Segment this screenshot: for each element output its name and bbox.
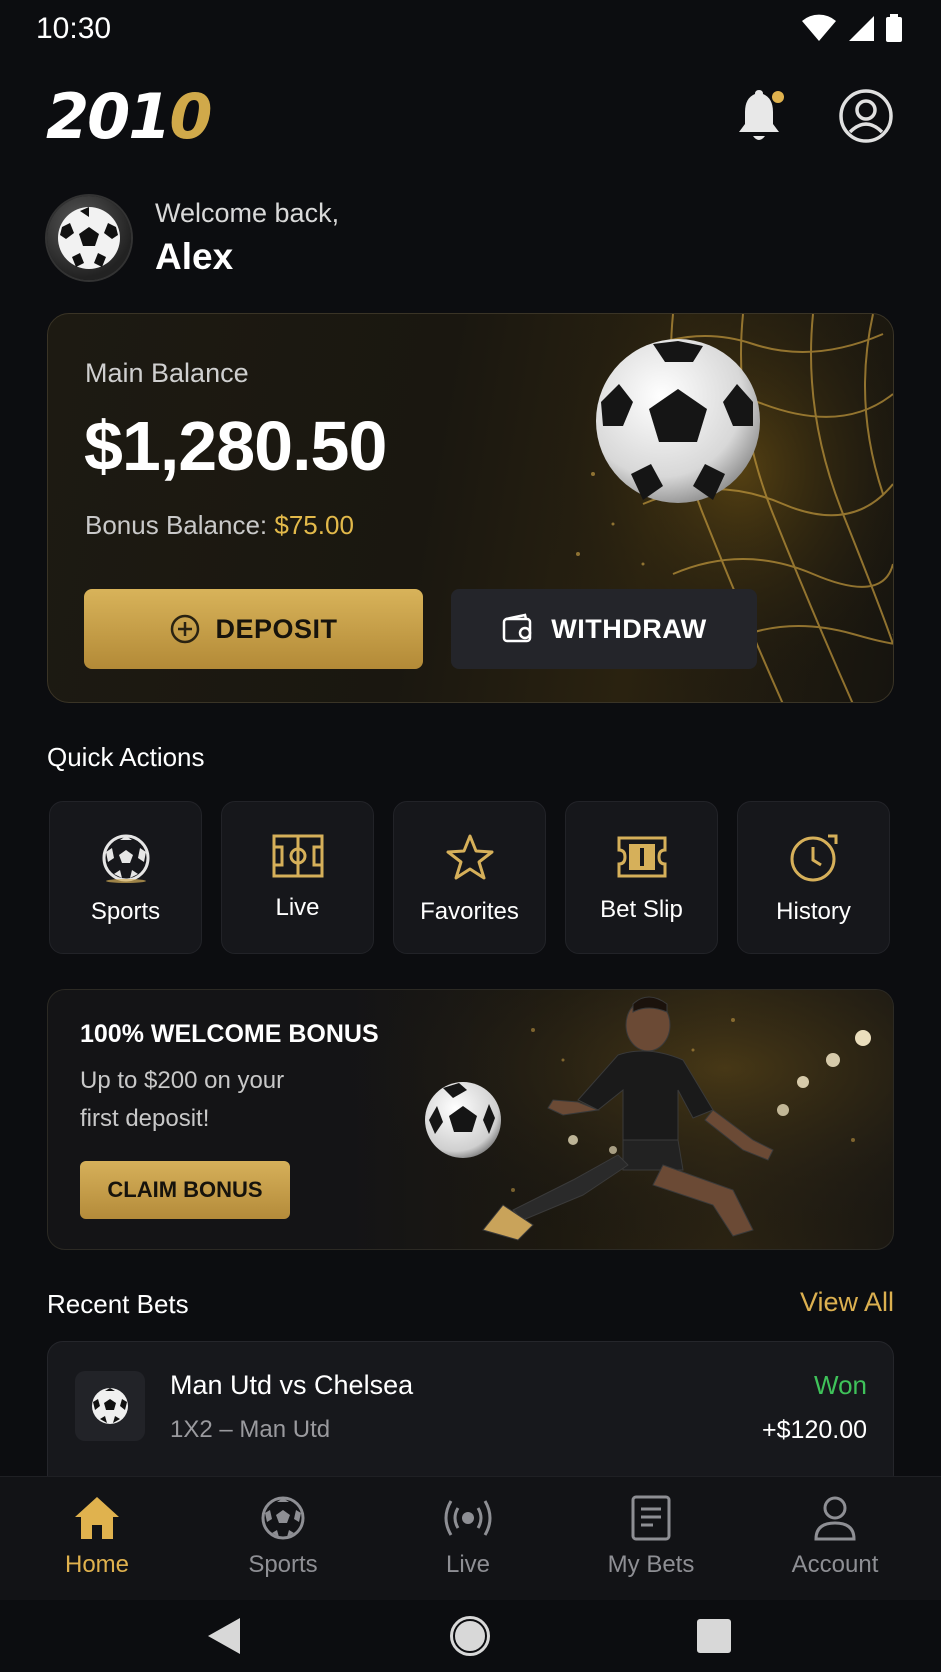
promo-subtitle: Up to $200 on your first deposit! bbox=[80, 1067, 285, 1132]
status-time: 10:30 bbox=[36, 12, 112, 45]
welcome-bonus-banner[interactable]: 100% WELCOME BONUS Up to $200 on your fi… bbox=[47, 989, 894, 1250]
soccer-ball-icon bbox=[261, 1496, 305, 1540]
back-icon[interactable] bbox=[206, 1616, 242, 1656]
broadcast-icon bbox=[444, 1500, 492, 1536]
nav-label: Account bbox=[791, 1551, 879, 1578]
withdraw-button[interactable]: WITHDRAW bbox=[451, 589, 757, 669]
nav-label: Sports bbox=[248, 1551, 318, 1578]
welcome-greeting: Welcome back, bbox=[155, 198, 340, 228]
bet-card[interactable]: Man Utd vs Chelsea 1X2 – Man Utd Won +$1… bbox=[47, 1341, 894, 1491]
quick-action-label: History bbox=[776, 898, 851, 925]
quick-action-label: Favorites bbox=[420, 898, 519, 925]
recents-icon[interactable] bbox=[696, 1618, 732, 1654]
home-icon bbox=[75, 1497, 119, 1539]
promo-title: 100% WELCOME BONUS bbox=[80, 1020, 379, 1048]
withdraw-label: WITHDRAW bbox=[551, 613, 707, 644]
bottom-nav: Home Sports Live My Bets Account bbox=[0, 1476, 941, 1600]
main-balance-amount: $1,280.50 bbox=[84, 407, 387, 485]
soccer-ball-icon bbox=[92, 1388, 128, 1424]
bell-icon bbox=[739, 90, 784, 140]
recent-bets-title: Recent Bets bbox=[47, 1289, 189, 1319]
wallet-icon bbox=[503, 613, 532, 643]
quick-actions-title: Quick Actions bbox=[47, 742, 205, 772]
nav-account[interactable]: Account bbox=[755, 1495, 915, 1579]
notifications-button[interactable] bbox=[733, 88, 785, 144]
avatar[interactable] bbox=[47, 196, 131, 280]
nav-live[interactable]: Live bbox=[388, 1495, 548, 1579]
nav-sports[interactable]: Sports bbox=[203, 1495, 363, 1579]
nav-label: Live bbox=[445, 1551, 491, 1578]
quick-action-sports[interactable]: Sports bbox=[49, 801, 202, 954]
deposit-button[interactable]: DEPOSIT bbox=[84, 589, 423, 669]
pitch-icon bbox=[272, 834, 323, 878]
document-icon bbox=[631, 1495, 671, 1541]
status-icons bbox=[801, 14, 903, 42]
status-bar: 10:30 bbox=[0, 0, 941, 56]
player-kicking-illustration bbox=[333, 990, 893, 1249]
bet-status: Won bbox=[814, 1370, 867, 1400]
battery-icon bbox=[886, 14, 902, 42]
soccer-ball-icon bbox=[58, 207, 120, 269]
bonus-balance-label: Bonus Balance: bbox=[85, 510, 268, 540]
bet-amount: +$120.00 bbox=[762, 1416, 867, 1444]
quick-action-label: Bet Slip bbox=[600, 896, 683, 923]
wifi-icon bbox=[802, 14, 836, 41]
signal-icon bbox=[849, 16, 874, 41]
bonus-balance-value: $75.00 bbox=[274, 510, 354, 540]
main-balance-label: Main Balance bbox=[85, 358, 249, 388]
nav-my-bets[interactable]: My Bets bbox=[571, 1495, 731, 1579]
quick-action-label: Sports bbox=[90, 898, 161, 925]
nav-home[interactable]: Home bbox=[17, 1495, 177, 1579]
user-circle-icon bbox=[839, 89, 893, 143]
home-circle-icon[interactable] bbox=[448, 1614, 492, 1658]
nav-label: Home bbox=[64, 1551, 130, 1578]
star-icon bbox=[446, 834, 493, 880]
bet-match: Man Utd vs Chelsea bbox=[170, 1370, 414, 1400]
bonus-balance: Bonus Balance: $75.00 bbox=[85, 510, 354, 541]
quick-action-label: Live bbox=[275, 894, 320, 921]
balance-card: Main Balance $1,280.50 Bonus Balance: $7… bbox=[47, 313, 894, 703]
view-all-link[interactable]: View All bbox=[800, 1287, 894, 1318]
quick-action-bet-slip[interactable]: Bet Slip bbox=[565, 801, 718, 954]
logo-text: 201 bbox=[46, 80, 171, 153]
quick-action-live[interactable]: Live bbox=[221, 801, 374, 954]
plus-circle-icon bbox=[171, 614, 200, 644]
deposit-label: DEPOSIT bbox=[215, 613, 338, 644]
quick-action-history[interactable]: History bbox=[737, 801, 890, 954]
nav-label: My Bets bbox=[607, 1551, 695, 1578]
bet-market: 1X2 – Man Utd bbox=[170, 1416, 331, 1443]
user-name: Alex bbox=[155, 236, 234, 277]
person-icon bbox=[814, 1496, 856, 1541]
system-nav-bar bbox=[0, 1600, 941, 1672]
profile-button[interactable] bbox=[838, 88, 894, 144]
clock-icon bbox=[790, 834, 837, 882]
bet-sport-icon-container bbox=[75, 1371, 145, 1441]
quick-actions-row: Sports Live Favorites Bet Slip History bbox=[49, 801, 890, 954]
app-logo: 2010 bbox=[46, 86, 213, 148]
quick-action-favorites[interactable]: Favorites bbox=[393, 801, 546, 954]
logo-accent: 0 bbox=[169, 80, 212, 153]
soccer-ball-icon bbox=[102, 834, 149, 883]
ticket-icon bbox=[617, 836, 666, 878]
claim-bonus-button[interactable]: CLAIM BONUS bbox=[80, 1161, 290, 1219]
